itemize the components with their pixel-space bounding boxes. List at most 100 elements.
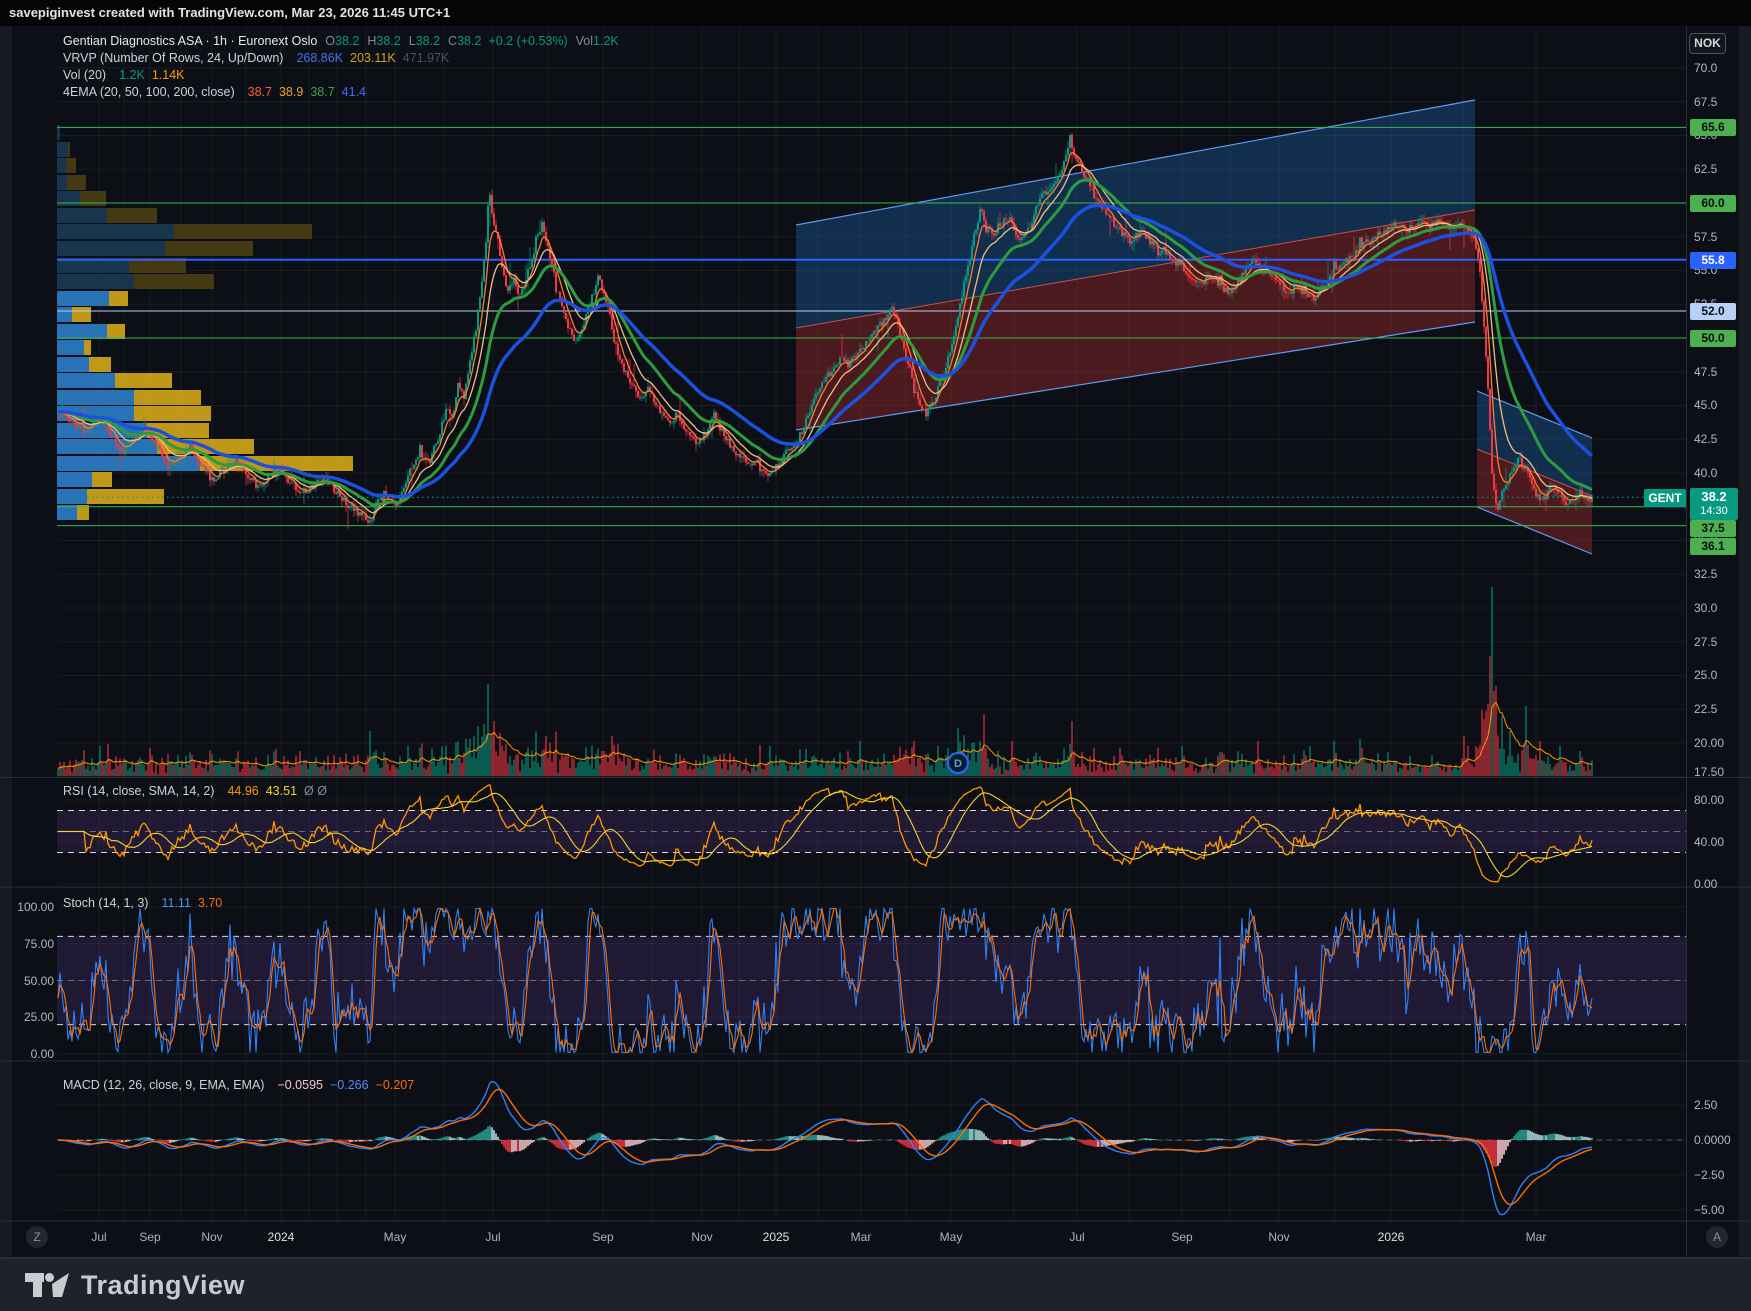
time-axis-label-Sep: Sep xyxy=(120,1229,180,1245)
ema-value-2: 38.7 xyxy=(310,85,334,99)
ema-label[interactable]: 4EMA (20, 50, 100, 200, close) xyxy=(63,85,235,99)
vrvp-value-0: 268.86K xyxy=(296,51,343,65)
time-axis-label-Nov: Nov xyxy=(182,1229,242,1245)
price-level-badge-60.0: 60.0 xyxy=(1690,195,1736,212)
price-level-badge-50.0: 50.0 xyxy=(1690,330,1736,347)
footer-bar: TradingView xyxy=(0,1258,1751,1311)
ohlc-label-C: C xyxy=(448,34,457,48)
time-axis-label-Nov: Nov xyxy=(672,1229,732,1245)
volume-ma-label[interactable]: Vol (20) xyxy=(63,68,106,82)
stoch-legend[interactable]: Stoch (14, 1, 3) 11.11 3.70 xyxy=(63,895,222,912)
chart-canvas[interactable]: D xyxy=(0,0,1751,1311)
currency-button[interactable]: NOK xyxy=(1689,33,1726,54)
tradingview-chart-page: savepiginvest created with TradingView.c… xyxy=(0,0,1751,1311)
time-axis-label-Mar: Mar xyxy=(831,1229,891,1245)
vol-value-1: 1.14K xyxy=(152,68,185,82)
time-axis-label-Nov: Nov xyxy=(1249,1229,1309,1245)
timezone-button[interactable]: Z xyxy=(26,1226,48,1248)
price-axis-label-30.0: 30.0 xyxy=(1694,600,1746,616)
price-axis-label-70.0: 70.0 xyxy=(1694,60,1746,76)
svg-text:D: D xyxy=(954,758,962,770)
symbol-title-row[interactable]: Gentian Diagnostics ASA · 1h · Euronext … xyxy=(63,33,619,50)
ohlc-value-L: 38.2 xyxy=(416,34,440,48)
price-axis-label-57.5: 57.5 xyxy=(1694,229,1746,245)
ema-value-1: 38.9 xyxy=(279,85,303,99)
rsi-hidden-icons[interactable]: Ø Ø xyxy=(304,784,327,798)
stoch-value-0: 11.11 xyxy=(161,896,190,910)
last-price-badge: 38.2 14:30 xyxy=(1690,488,1738,520)
time-axis-label-Sep: Sep xyxy=(573,1229,633,1245)
change-value: +0.2 (+0.53%) xyxy=(488,34,567,48)
rsi-axis-label-80.00: 80.00 xyxy=(1694,792,1746,808)
stoch-axis-label-25.00: 25.00 xyxy=(6,1009,54,1025)
ohlc-label-O: O xyxy=(325,34,335,48)
stoch-axis-label-100.00: 100.00 xyxy=(6,899,54,915)
macd-legend[interactable]: MACD (12, 26, close, 9, EMA, EMA) −0.0595… xyxy=(63,1077,414,1094)
symbol-title[interactable]: Gentian Diagnostics ASA · 1h · Euronext … xyxy=(63,34,317,48)
price-axis-label-42.5: 42.5 xyxy=(1694,431,1746,447)
ema-legend-row[interactable]: 4EMA (20, 50, 100, 200, close) 38.7 38.9 38… xyxy=(63,84,619,101)
symbol-legend: Gentian Diagnostics ASA · 1h · Euronext … xyxy=(63,33,619,101)
price-axis-label-17.50: 17.50 xyxy=(1694,764,1746,780)
price-level-badge-37.5: 37.5 xyxy=(1690,520,1736,537)
macd-value-0: −0.0595 xyxy=(277,1078,323,1092)
price-level-badge-55.8: 55.8 xyxy=(1690,252,1736,269)
volume-value: 1.2K xyxy=(593,34,619,48)
bar-countdown: 14:30 xyxy=(1690,505,1738,518)
tradingview-wordmark: TradingView xyxy=(81,1270,245,1301)
vrvp-legend-row[interactable]: VRVP (Number Of Rows, 24, Up/Down) 268.86… xyxy=(63,50,619,67)
vrvp-label[interactable]: VRVP (Number Of Rows, 24, Up/Down) xyxy=(63,51,283,65)
ema-value-0: 38.7 xyxy=(248,85,272,99)
macd-value-2: −0.207 xyxy=(376,1078,415,1092)
rsi-legend[interactable]: RSI (14, close, SMA, 14, 2) 44.96 43.51 Ø Ø xyxy=(63,783,327,800)
time-axis-label-2024: 2024 xyxy=(251,1229,311,1245)
volume-legend-row[interactable]: Vol (20) 1.2K 1.14K xyxy=(63,67,619,84)
macd-axis-label-−5.00: −5.00 xyxy=(1694,1202,1746,1218)
tradingview-logo xyxy=(25,1267,69,1303)
macd-axis-label-−2.50: −2.50 xyxy=(1694,1167,1746,1183)
ema-value-3: 41.4 xyxy=(342,85,366,99)
volume-label: Vol xyxy=(576,34,593,48)
vrvp-value-2: 471.97K xyxy=(403,51,450,65)
price-axis-label-32.5: 32.5 xyxy=(1694,566,1746,582)
ohlc-value-H: 38.2 xyxy=(376,34,400,48)
ohlc-values: O38.2H38.2L38.2C38.2 xyxy=(317,34,481,48)
price-axis-label-25.0: 25.0 xyxy=(1694,667,1746,683)
rsi-value-1: 43.51 xyxy=(266,784,297,798)
stoch-label[interactable]: Stoch (14, 1, 3) xyxy=(63,896,148,910)
autoscale-button[interactable]: A xyxy=(1706,1226,1728,1248)
price-axis-label-27.5: 27.5 xyxy=(1694,634,1746,650)
macd-label[interactable]: MACD (12, 26, close, 9, EMA, EMA) xyxy=(63,1078,264,1092)
time-axis-label-2026: 2026 xyxy=(1361,1229,1421,1245)
last-price-value: 38.2 xyxy=(1690,488,1738,505)
rsi-value-0: 44.96 xyxy=(227,784,258,798)
time-axis-label-Jul: Jul xyxy=(1047,1229,1107,1245)
macd-axis-label-2.50: 2.50 xyxy=(1694,1097,1746,1113)
ohlc-value-C: 38.2 xyxy=(457,34,481,48)
stoch-axis-label-0.00: 0.00 xyxy=(6,1046,54,1062)
price-axis-label-47.5: 47.5 xyxy=(1694,364,1746,380)
price-axis-label-62.5: 62.5 xyxy=(1694,161,1746,177)
stoch-axis-label-75.00: 75.00 xyxy=(6,936,54,952)
rsi-axis-label-0.00: 0.00 xyxy=(1694,876,1746,892)
ohlc-label-L: L xyxy=(409,34,416,48)
stoch-value-1: 3.70 xyxy=(198,896,222,910)
price-level-badge-65.6: 65.6 xyxy=(1690,119,1736,136)
time-axis-label-Sep: Sep xyxy=(1152,1229,1212,1245)
price-axis-label-22.5: 22.5 xyxy=(1694,701,1746,717)
last-price-symbol-badge: GENT xyxy=(1644,489,1686,507)
time-axis-label-Mar: Mar xyxy=(1506,1229,1566,1245)
rsi-axis-label-40.00: 40.00 xyxy=(1694,834,1746,850)
vol-value-0: 1.2K xyxy=(119,68,145,82)
price-axis-label-45.0: 45.0 xyxy=(1694,397,1746,413)
time-axis-label-May: May xyxy=(365,1229,425,1245)
rsi-label[interactable]: RSI (14, close, SMA, 14, 2) xyxy=(63,784,214,798)
macd-axis-label-0.0000: 0.0000 xyxy=(1694,1132,1746,1148)
time-axis-label-Jul: Jul xyxy=(463,1229,523,1245)
price-axis-label-20.00: 20.00 xyxy=(1694,735,1746,751)
price-axis-label-40.0: 40.0 xyxy=(1694,465,1746,481)
price-level-badge-36.1: 36.1 xyxy=(1690,538,1736,555)
ohlc-value-O: 38.2 xyxy=(335,34,359,48)
price-level-badge-52.0: 52.0 xyxy=(1690,303,1736,320)
stoch-axis-label-50.00: 50.00 xyxy=(6,973,54,989)
